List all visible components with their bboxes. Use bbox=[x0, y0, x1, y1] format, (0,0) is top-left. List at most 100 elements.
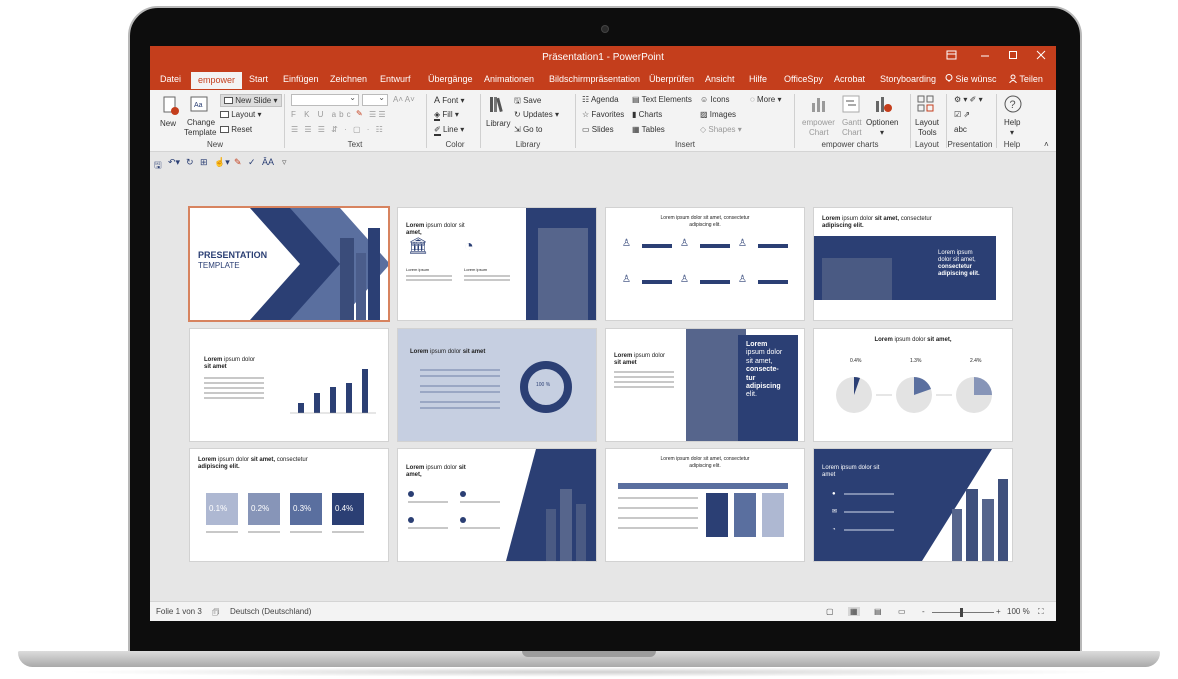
font-color-button[interactable]: A Font ▾ bbox=[434, 95, 465, 105]
slide-thumbnail-6[interactable]: Lorem ipsum dolor sit amet 100 % bbox=[398, 329, 596, 441]
layout-tools-line2[interactable]: Tools bbox=[918, 128, 937, 137]
spelling-icon[interactable]: ✓ bbox=[248, 157, 256, 168]
shapes-button[interactable]: ◇ Shapes ▾ bbox=[700, 125, 742, 134]
bullet-list-icon[interactable]: ☰ ☰ bbox=[369, 110, 386, 119]
goto-button[interactable]: ⇲ Go to bbox=[514, 125, 543, 134]
slide-counter[interactable]: Folie 1 von 3 bbox=[156, 607, 202, 616]
chevron-down-icon[interactable]: ▾ bbox=[1010, 128, 1014, 137]
slide-sorter-icon[interactable]: ▦ bbox=[848, 607, 860, 616]
font-format-icons[interactable]: F K U abc bbox=[291, 110, 354, 119]
change-template-line1[interactable]: Change bbox=[187, 118, 215, 127]
tab-start[interactable]: Start bbox=[249, 74, 268, 84]
save-icon[interactable]: 🖫 bbox=[154, 158, 162, 174]
zoom-level[interactable]: 100 % bbox=[1007, 607, 1030, 616]
slide-thumbnail-10[interactable]: Lorem ipsum dolor sit amet, bbox=[398, 449, 596, 561]
empower-chart-icon[interactable] bbox=[810, 95, 828, 113]
tab-bildschirmpraesentation[interactable]: Bildschirmpräsentation bbox=[549, 74, 640, 84]
alignment-icons[interactable]: ☰ ☰ ☰ ⇵ · ▢ · ☷ bbox=[291, 125, 385, 134]
agenda-button[interactable]: ☷ Agenda bbox=[582, 95, 619, 104]
zoom-in-button[interactable]: + bbox=[996, 607, 1001, 616]
font-size-select[interactable]: ⌄ bbox=[362, 93, 388, 106]
slide-thumbnail-3[interactable]: Lorem ipsum dolor sit amet, consectetur … bbox=[606, 208, 804, 320]
tab-empower[interactable]: empower bbox=[191, 72, 243, 89]
reading-view-icon[interactable]: ▤ bbox=[874, 607, 882, 616]
new-file-icon[interactable] bbox=[162, 96, 180, 115]
chart-options-icon[interactable] bbox=[874, 95, 892, 113]
zoom-slider-track[interactable] bbox=[932, 612, 994, 613]
presentation-tool-1[interactable]: ⚙ ▾ ✐ ▾ bbox=[954, 95, 983, 104]
slides-button[interactable]: ▭ Slides bbox=[582, 125, 614, 134]
tab-entwurf[interactable]: Entwurf bbox=[380, 74, 411, 84]
share-button[interactable]: Teilen bbox=[1009, 74, 1043, 84]
tab-zeichnen[interactable]: Zeichnen bbox=[330, 74, 367, 84]
slide-thumbnail-7[interactable]: Lorem ipsum dolor sit amet Lorem ipsum dol… bbox=[606, 329, 804, 441]
slide-thumbnail-9[interactable]: Lorem ipsum dolor sit amet, consectetur a… bbox=[190, 449, 388, 561]
chevron-down-icon[interactable]: ▾ bbox=[880, 128, 884, 137]
empower-chart-line1[interactable]: empower bbox=[802, 118, 835, 127]
layout-tools-icon[interactable] bbox=[917, 95, 935, 113]
slide-thumbnail-8[interactable]: Lorem ipsum dolor sit amet, 0.4% 1.3% 2.… bbox=[814, 329, 1012, 441]
icons-button[interactable]: ☺ Icons bbox=[700, 95, 730, 104]
tab-acrobat[interactable]: Acrobat bbox=[834, 74, 865, 84]
minimize-icon[interactable] bbox=[980, 50, 990, 63]
tab-animationen[interactable]: Animationen bbox=[484, 74, 534, 84]
tab-hilfe[interactable]: Hilfe bbox=[749, 74, 767, 84]
font-grow-icon[interactable]: A˄ A˅ bbox=[393, 95, 415, 104]
gantt-chart-line1[interactable]: Gantt bbox=[842, 118, 862, 127]
notes-icon[interactable]: 🗊 bbox=[212, 607, 219, 621]
layout-button[interactable]: Layout ▾ bbox=[220, 110, 262, 119]
charts-button[interactable]: ▮ Charts bbox=[632, 110, 662, 119]
change-template-icon[interactable]: Aa bbox=[190, 96, 208, 114]
new-slide-button[interactable]: New Slide ▾ bbox=[220, 94, 282, 107]
tab-officespy[interactable]: OfficeSpy bbox=[784, 74, 823, 84]
slide-thumbnail-5[interactable]: Lorem ipsum dolor sit amet bbox=[190, 329, 388, 441]
zoom-slider-thumb[interactable] bbox=[960, 608, 963, 617]
slide-thumbnail-2[interactable]: Lorem ipsum dolor sit amet, 🏛 ◔ Lorem ips… bbox=[398, 208, 596, 320]
tables-button[interactable]: ▦ Tables bbox=[632, 125, 665, 134]
redo-icon[interactable]: ↻ bbox=[186, 157, 194, 168]
gantt-chart-icon[interactable] bbox=[842, 95, 860, 113]
slideshow-icon[interactable]: ▭ bbox=[898, 607, 906, 616]
fit-to-window-icon[interactable]: ⛶ bbox=[1038, 607, 1044, 617]
images-button[interactable]: ▨ Images bbox=[700, 110, 736, 119]
start-slideshow-icon[interactable]: ⊞ bbox=[200, 157, 208, 168]
undo-icon[interactable]: ↶▾ bbox=[168, 157, 180, 168]
layout-tools-line1[interactable]: Layout bbox=[915, 118, 939, 127]
touch-mode-icon[interactable]: ☝▾ bbox=[214, 157, 230, 168]
help-button[interactable]: Help bbox=[1004, 118, 1020, 127]
help-icon[interactable]: ? bbox=[1003, 94, 1023, 114]
slide-thumbnail-4[interactable]: Lorem ipsum dolor sit amet, consectetur a… bbox=[814, 208, 1012, 320]
font-size-icon[interactable]: ÂA bbox=[262, 157, 274, 167]
library-books-icon[interactable] bbox=[488, 95, 508, 115]
ribbon-display-icon[interactable] bbox=[946, 50, 957, 63]
tab-ansicht[interactable]: Ansicht bbox=[705, 74, 735, 84]
tell-me-search[interactable]: Sie wünsc bbox=[945, 74, 997, 84]
tab-einfuegen[interactable]: Einfügen bbox=[283, 74, 319, 84]
optionen-button[interactable]: Optionen bbox=[866, 118, 898, 127]
save-button[interactable]: 🖫 Save bbox=[514, 95, 541, 109]
maximize-icon[interactable] bbox=[1008, 50, 1018, 63]
customize-toolbar-icon[interactable]: ▿ bbox=[282, 157, 287, 168]
language-indicator[interactable]: Deutsch (Deutschland) bbox=[230, 607, 311, 616]
more-button[interactable]: ◌ More ▾ bbox=[750, 95, 781, 104]
new-button[interactable]: New bbox=[160, 119, 176, 128]
font-name-select[interactable]: ⌄ bbox=[291, 93, 359, 106]
tab-uebergaenge[interactable]: Übergänge bbox=[428, 74, 473, 84]
presentation-tool-2[interactable]: ☑ ⇗ bbox=[954, 110, 970, 119]
updates-button[interactable]: ↻ Updates ▾ bbox=[514, 110, 559, 119]
empower-chart-line2[interactable]: Chart bbox=[809, 128, 829, 137]
slide-thumbnail-1[interactable]: PRESENTATION TEMPLATE bbox=[190, 208, 388, 320]
fill-color-button[interactable]: ◈ Fill ▾ bbox=[434, 110, 459, 121]
slide-thumbnail-12[interactable]: Lorem ipsum dolor sit amet ● ✉ ◔ bbox=[814, 449, 1012, 561]
slide-thumbnail-11[interactable]: Lorem ipsum dolor sit amet, consectetur … bbox=[606, 449, 804, 561]
tab-ueberpruefen[interactable]: Überprüfen bbox=[649, 74, 694, 84]
library-button[interactable]: Library bbox=[486, 119, 510, 128]
draw-icon[interactable]: ✎ bbox=[234, 157, 242, 168]
reset-button[interactable]: Reset bbox=[220, 125, 252, 134]
favorites-button[interactable]: ☆ Favorites bbox=[582, 110, 624, 119]
change-template-line2[interactable]: Template bbox=[184, 128, 216, 137]
format-painter-icon[interactable]: ✎ bbox=[356, 109, 363, 118]
spellcheck-icon[interactable]: abc bbox=[954, 125, 967, 134]
tab-datei[interactable]: Datei bbox=[160, 74, 181, 84]
text-elements-button[interactable]: ▤ Text Elements bbox=[632, 95, 692, 104]
